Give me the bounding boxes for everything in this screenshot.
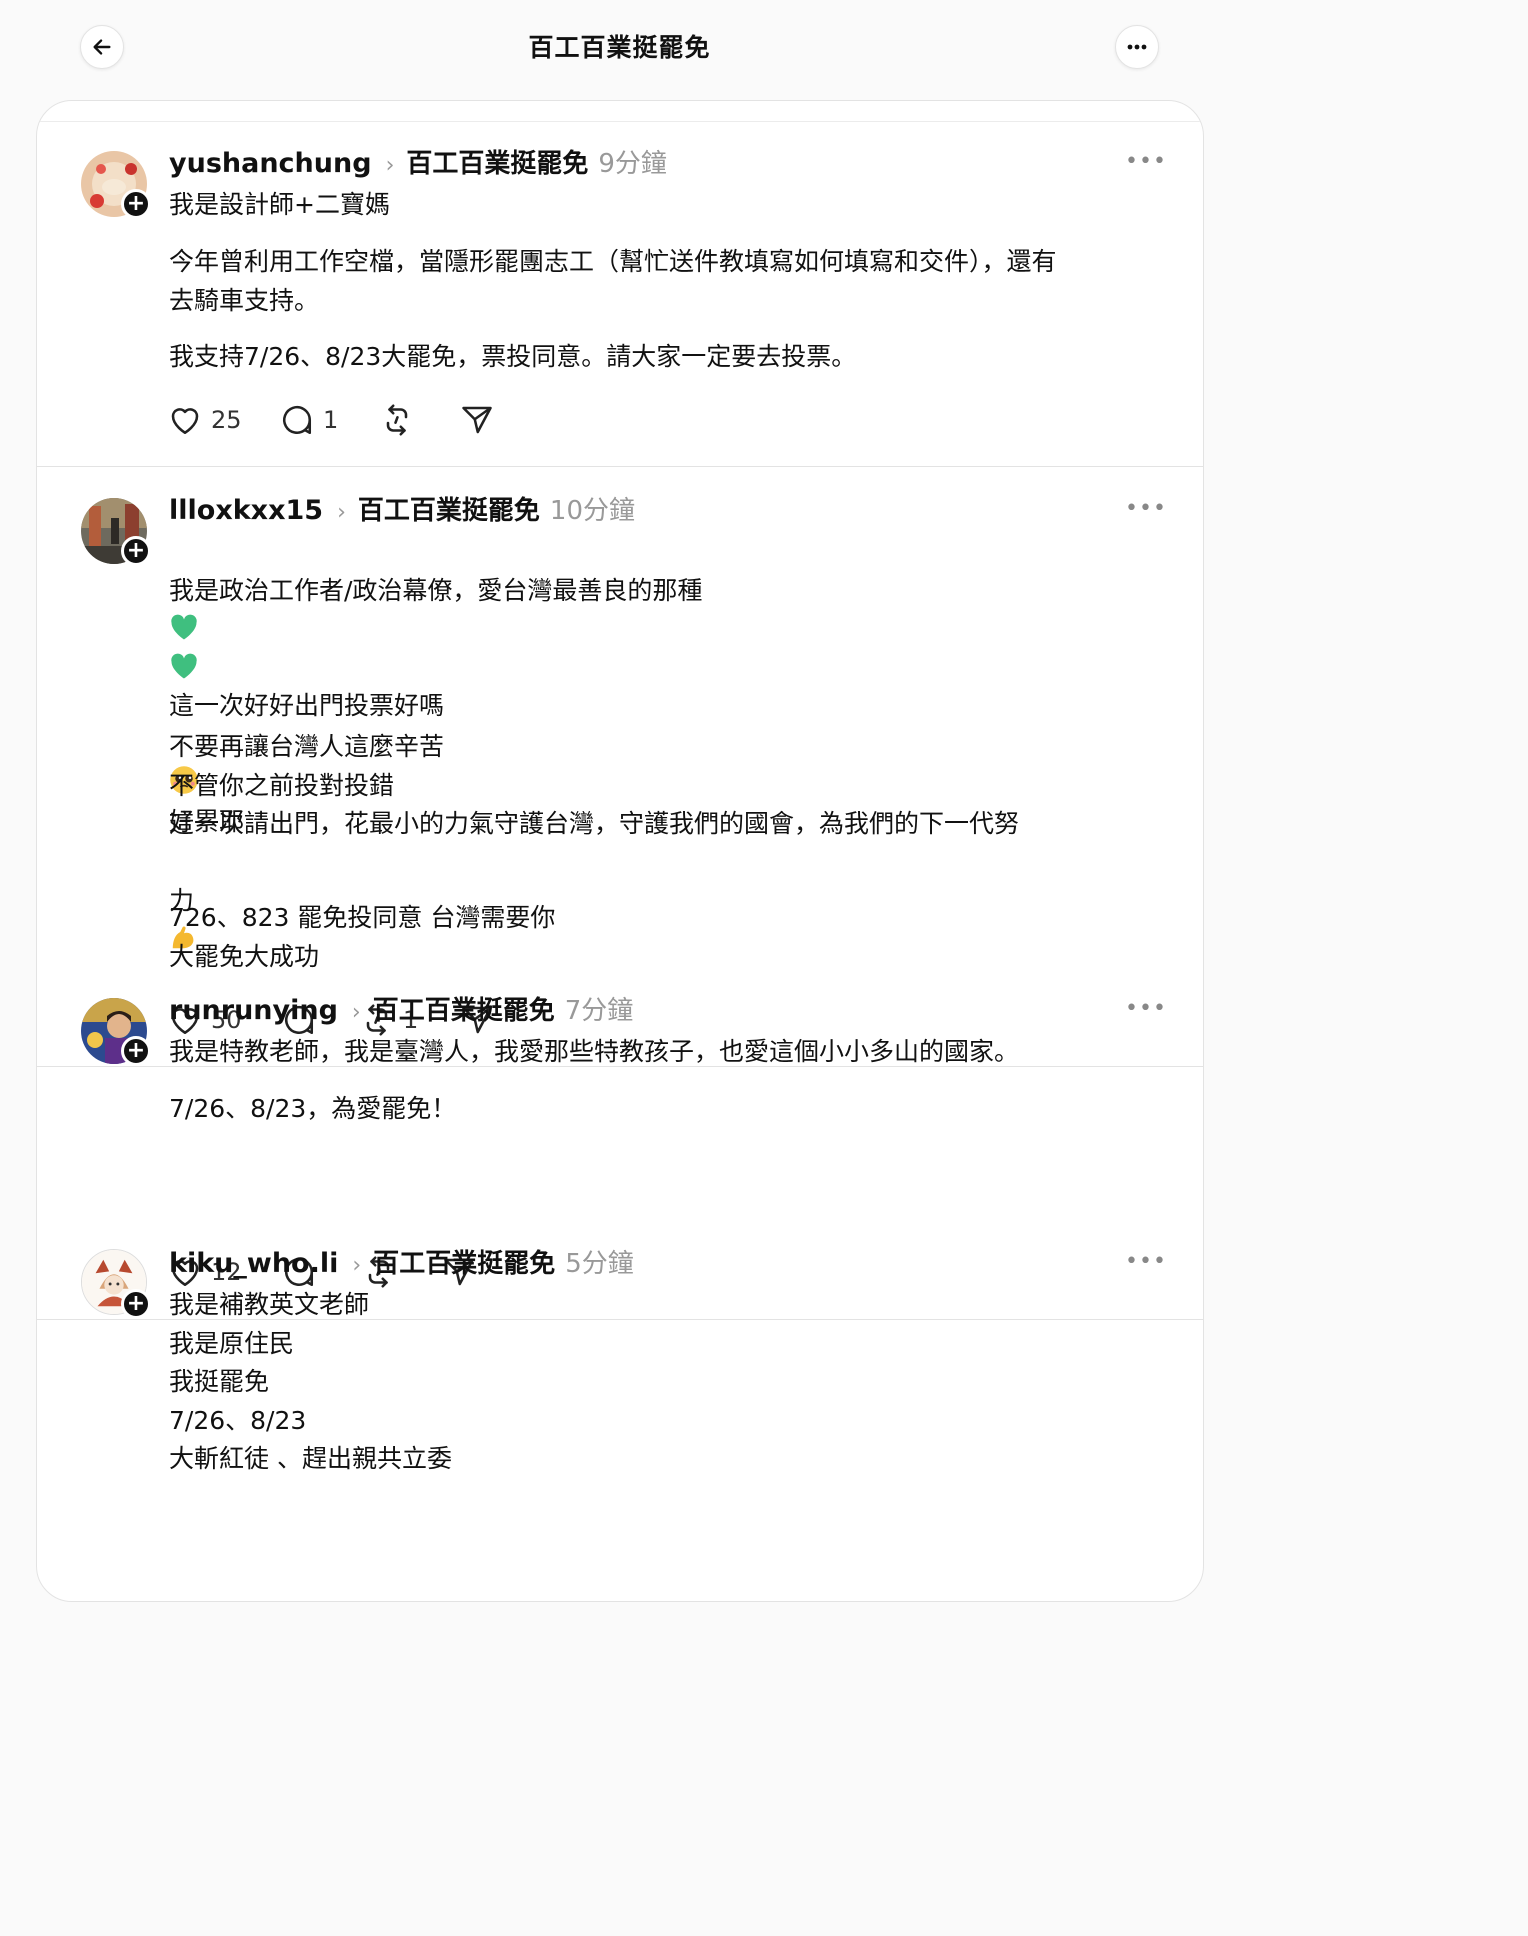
page-title: 百工百業挺罷免 bbox=[528, 33, 711, 62]
post-time: 7分鐘 bbox=[564, 996, 634, 1026]
post-text: 今年曾利用工作空檔，當隱形罷團志工（幫忙送件教填寫如何填寫和交件），還有 去騎車… bbox=[169, 247, 1057, 315]
post-text-segment: 這一次好好出門投票好嗎 bbox=[169, 691, 445, 720]
post-time: 10分鐘 bbox=[549, 496, 636, 526]
follow-button[interactable]: + bbox=[121, 536, 151, 566]
username[interactable]: kiku_who.li bbox=[169, 1248, 338, 1279]
post-text: 我是特教老師，我是臺灣人，我愛那些特教孩子，也愛這個小小多山的國家。 bbox=[169, 1037, 1020, 1066]
more-horizontal-icon[interactable]: ••• bbox=[1125, 496, 1167, 521]
post-header: kiku_who.li › 百工百業挺罷免 5分鐘 bbox=[169, 1243, 634, 1280]
follow-button[interactable]: + bbox=[121, 189, 151, 219]
post-text: 726、823 罷免投同意 台灣需要你 大罷免大成功 bbox=[169, 903, 556, 971]
more-horizontal-icon bbox=[1127, 44, 1147, 50]
repost-icon bbox=[386, 404, 408, 436]
post-text: 不要再讓台灣人這麼辛苦 不管你之前投對投錯 這一次請出門，花最小的力氣守護台灣，… bbox=[169, 732, 1020, 838]
chevron-right-icon: › bbox=[337, 500, 346, 525]
send-icon bbox=[462, 406, 492, 434]
more-horizontal-icon[interactable]: ••• bbox=[1125, 1249, 1167, 1274]
post-time: 9分鐘 bbox=[598, 149, 667, 179]
comment-button[interactable]: 1 bbox=[279, 400, 338, 440]
repost-button[interactable] bbox=[379, 400, 423, 440]
green-heart-emoji-icon bbox=[171, 614, 197, 640]
like-count: 25 bbox=[211, 406, 242, 434]
post-header: runrunying › 百工百業挺罷免 7分鐘 bbox=[169, 990, 633, 1027]
comment-icon bbox=[282, 405, 312, 435]
post-text: 7/26、8/23，為愛罷免！ bbox=[169, 1094, 457, 1123]
follow-button[interactable]: + bbox=[121, 1289, 151, 1319]
community-name[interactable]: 百工百業挺罷免 bbox=[373, 990, 555, 1027]
post-text-segment: 我是政治工作者/政治幕僚，愛台灣最善良的那種 bbox=[169, 575, 703, 605]
like-button[interactable]: 25 bbox=[167, 400, 242, 440]
top-bar: 百工百業挺罷免 bbox=[0, 0, 1239, 100]
username[interactable]: runrunying bbox=[169, 995, 338, 1026]
community-name[interactable]: 百工百業挺罷免 bbox=[358, 490, 540, 527]
post-text: 我是補教英文老師 我是原住民 我挺罷免 7/26、8/23 大斬紅徒 、趕出親共… bbox=[169, 1290, 452, 1473]
community-name[interactable]: 百工百業挺罷免 bbox=[406, 143, 588, 180]
post-header: llloxkxx15 › 百工百業挺罷免 10分鐘 bbox=[169, 490, 635, 527]
post-text: 我是設計師+二寶媽 bbox=[169, 190, 390, 219]
feed-card: + yushanchung › 百工百業挺罷免 9分鐘 ••• 我是設計師+二寶… bbox=[36, 100, 1204, 1602]
comment-count: 1 bbox=[323, 406, 339, 434]
username[interactable]: llloxkxx15 bbox=[169, 495, 323, 526]
post-header: yushanchung › 百工百業挺罷免 9分鐘 bbox=[169, 143, 667, 180]
divider bbox=[37, 466, 1203, 467]
post-text: 我支持7/26、8/23大罷免，票投同意。請大家一定要去投票。 bbox=[169, 342, 857, 371]
more-horizontal-icon[interactable]: ••• bbox=[1125, 996, 1167, 1021]
follow-button[interactable]: + bbox=[121, 1036, 151, 1066]
chevron-right-icon: › bbox=[385, 153, 395, 178]
more-horizontal-icon[interactable]: ••• bbox=[1125, 149, 1167, 174]
community-name[interactable]: 百工百業挺罷免 bbox=[373, 1243, 555, 1280]
username[interactable]: yushanchung bbox=[169, 148, 372, 179]
chevron-right-icon: › bbox=[351, 1000, 361, 1025]
chevron-right-icon: › bbox=[352, 1253, 362, 1278]
post-time: 5分鐘 bbox=[565, 1249, 634, 1279]
share-button[interactable] bbox=[459, 400, 495, 440]
green-heart-emoji-icon bbox=[171, 653, 197, 678]
heart-icon bbox=[171, 408, 199, 435]
more-options-button[interactable] bbox=[1115, 25, 1159, 69]
divider bbox=[37, 121, 1203, 122]
